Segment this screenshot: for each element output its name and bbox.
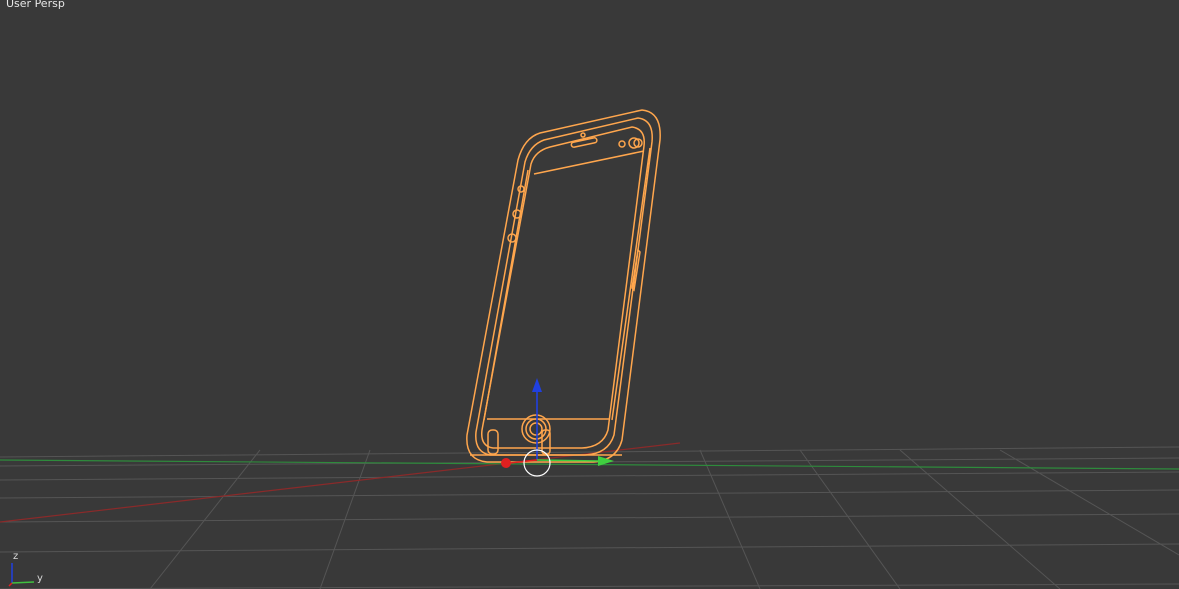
gizmo-y-label: y [37,573,43,584]
x-handle-icon[interactable] [501,458,511,468]
axis-gizmo: z y [8,551,43,587]
y-axis-handle[interactable] [536,459,601,462]
gizmo-z-label: z [13,551,18,562]
floor-grid [0,446,1179,589]
3d-viewport[interactable]: z y User Persp [0,0,1179,589]
phone-wireframe[interactable] [466,109,661,463]
viewport-canvas[interactable]: z y [0,0,1179,589]
z-arrow-icon[interactable] [532,378,542,392]
view-label: User Persp [6,0,65,10]
